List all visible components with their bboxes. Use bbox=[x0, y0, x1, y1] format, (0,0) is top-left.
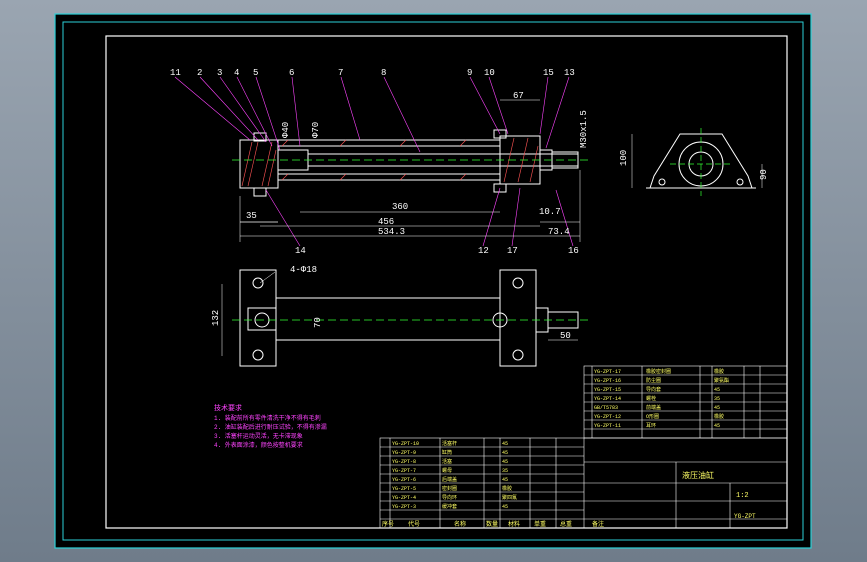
dim-holes: 4-Φ18 bbox=[290, 265, 317, 275]
drawing-title: 液压油缸 bbox=[682, 470, 714, 481]
svg-text:45: 45 bbox=[502, 504, 508, 510]
paper-border bbox=[54, 13, 812, 549]
svg-text:YG-ZPT-8: YG-ZPT-8 bbox=[392, 459, 416, 465]
svg-text:45: 45 bbox=[714, 387, 720, 393]
note-line-1: 1. 装配前所有零件清洗干净不得有毛刺 bbox=[214, 414, 321, 422]
balloon-11: 11 bbox=[170, 68, 181, 78]
hdr-code: 代号 bbox=[408, 520, 420, 528]
balloon-4: 4 bbox=[234, 68, 239, 78]
svg-text:橡胶: 橡胶 bbox=[714, 413, 724, 420]
balloon-3: 3 bbox=[217, 68, 222, 78]
hdr-remark: 备注 bbox=[592, 520, 604, 528]
dim-thread: M30x1.5 bbox=[579, 110, 589, 148]
svg-text:YG-ZPT-7: YG-ZPT-7 bbox=[392, 468, 416, 474]
balloon-15: 15 bbox=[543, 68, 554, 78]
svg-text:45: 45 bbox=[502, 477, 508, 483]
svg-text:螺栓: 螺栓 bbox=[646, 395, 656, 402]
svg-text:YG-ZPT-16: YG-ZPT-16 bbox=[594, 378, 621, 384]
svg-text:35: 35 bbox=[502, 468, 508, 474]
svg-text:YG-ZPT-6: YG-ZPT-6 bbox=[392, 477, 416, 483]
svg-text:YG-ZPT-10: YG-ZPT-10 bbox=[392, 441, 419, 447]
svg-text:35: 35 bbox=[714, 396, 720, 402]
svg-text:聚氨酯: 聚氨酯 bbox=[714, 377, 729, 384]
balloon-16: 16 bbox=[568, 246, 579, 256]
svg-text:YG-ZPT-11: YG-ZPT-11 bbox=[594, 423, 621, 429]
svg-text:YG-ZPT-17: YG-ZPT-17 bbox=[594, 369, 621, 375]
svg-text:O形圈: O形圈 bbox=[646, 413, 659, 420]
dim-50: 50 bbox=[560, 331, 571, 341]
dim-bore-dia: Φ70 bbox=[311, 122, 321, 138]
svg-text:耳环: 耳环 bbox=[646, 423, 656, 429]
dim-90: 90 bbox=[759, 169, 769, 180]
svg-text:后端盖: 后端盖 bbox=[442, 476, 457, 483]
drawing-scale: 1:2 bbox=[736, 492, 749, 500]
balloon-17: 17 bbox=[507, 246, 518, 256]
notes-title: 技术要求 bbox=[214, 403, 242, 413]
hdr-qty: 数量 bbox=[486, 520, 498, 528]
svg-text:防尘圈: 防尘圈 bbox=[646, 377, 661, 384]
svg-text:45: 45 bbox=[714, 423, 720, 429]
hdr-unit-weight: 单重 bbox=[534, 520, 546, 528]
svg-text:螺母: 螺母 bbox=[442, 467, 452, 474]
svg-text:缓冲套: 缓冲套 bbox=[442, 503, 457, 510]
balloon-2: 2 bbox=[197, 68, 202, 78]
balloon-13: 13 bbox=[564, 68, 575, 78]
note-line-2: 2. 油缸装配后进行耐压试验，不得有渗漏 bbox=[214, 423, 327, 431]
svg-text:YG-ZPT-4: YG-ZPT-4 bbox=[392, 495, 416, 501]
balloon-12: 12 bbox=[478, 246, 489, 256]
dim-132: 132 bbox=[211, 310, 221, 326]
svg-text:YG-ZPT-15: YG-ZPT-15 bbox=[594, 387, 621, 393]
svg-text:前端盖: 前端盖 bbox=[646, 404, 661, 411]
title-block-header: 序号 代号 名称 数量 材料 单重 总重 备注 bbox=[382, 520, 604, 528]
balloon-5: 5 bbox=[253, 68, 258, 78]
svg-text:导向环: 导向环 bbox=[442, 494, 457, 501]
svg-text:GB/T5783: GB/T5783 bbox=[594, 405, 618, 411]
balloon-8: 8 bbox=[381, 68, 386, 78]
svg-text:橡胶: 橡胶 bbox=[714, 368, 724, 375]
note-line-4: 4. 外表面涂漆，颜色按整机要求 bbox=[214, 441, 303, 449]
svg-text:YG-ZPT-3: YG-ZPT-3 bbox=[392, 504, 416, 510]
dim-456: 456 bbox=[378, 217, 394, 227]
hdr-total-weight: 总重 bbox=[560, 520, 572, 528]
dim-67: 67 bbox=[513, 91, 524, 101]
drawing-number: YG-ZPT bbox=[734, 513, 756, 520]
hdr-material: 材料 bbox=[508, 520, 520, 528]
dim-35: 35 bbox=[246, 211, 257, 221]
svg-text:YG-ZPT-9: YG-ZPT-9 bbox=[392, 450, 416, 456]
dim-360: 360 bbox=[392, 202, 408, 212]
balloon-14-left: 14 bbox=[295, 246, 306, 256]
svg-text:活塞杆: 活塞杆 bbox=[442, 440, 457, 447]
svg-text:YG-ZPT-5: YG-ZPT-5 bbox=[392, 486, 416, 492]
svg-text:橡胶密封圈: 橡胶密封圈 bbox=[646, 368, 671, 375]
hdr-name: 名称 bbox=[454, 520, 466, 528]
balloon-6: 6 bbox=[289, 68, 294, 78]
balloon-7: 7 bbox=[338, 68, 343, 78]
svg-text:活塞: 活塞 bbox=[442, 458, 452, 465]
balloon-10: 10 bbox=[484, 68, 495, 78]
dim-70: 70 bbox=[313, 317, 323, 328]
dim-534-3: 534.3 bbox=[378, 227, 405, 237]
dim-rod-dia: Φ40 bbox=[281, 122, 291, 138]
dim-10-7: 10.7 bbox=[539, 207, 561, 217]
dim-73-4: 73.4 bbox=[548, 227, 570, 237]
dim-100: 100 bbox=[619, 150, 629, 166]
svg-text:缸筒: 缸筒 bbox=[442, 449, 452, 456]
svg-text:45: 45 bbox=[502, 459, 508, 465]
svg-text:密封圈: 密封圈 bbox=[442, 485, 457, 492]
balloon-9: 9 bbox=[467, 68, 472, 78]
note-line-3: 3. 活塞杆运动灵活，无卡滞现象 bbox=[214, 432, 303, 440]
svg-text:YG-ZPT-14: YG-ZPT-14 bbox=[594, 396, 621, 402]
svg-text:45: 45 bbox=[502, 441, 508, 447]
hdr-seq: 序号 bbox=[382, 520, 394, 528]
svg-text:聚四氟: 聚四氟 bbox=[502, 494, 517, 501]
svg-text:45: 45 bbox=[714, 405, 720, 411]
svg-text:YG-ZPT-12: YG-ZPT-12 bbox=[594, 414, 621, 420]
svg-text:导向套: 导向套 bbox=[646, 386, 661, 393]
svg-text:橡胶: 橡胶 bbox=[502, 485, 512, 492]
svg-text:45: 45 bbox=[502, 450, 508, 456]
cad-canvas: 11 2 3 4 5 6 7 8 9 10 15 13 14 12 17 16 … bbox=[54, 13, 812, 549]
